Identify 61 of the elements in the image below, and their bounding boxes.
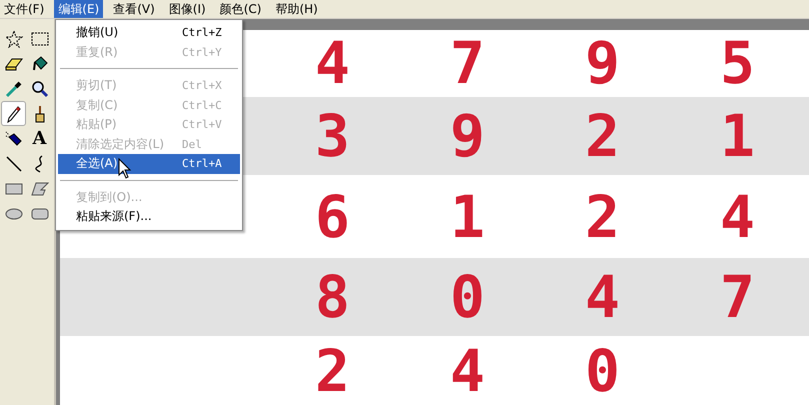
fill-bucket-icon <box>30 54 48 72</box>
rect-select-icon <box>30 32 48 46</box>
text-tool-button[interactable]: A <box>27 126 52 151</box>
digit: 4 <box>585 268 620 326</box>
airbrush-icon <box>4 130 22 146</box>
menu-option-label: 重复(R) <box>76 44 118 61</box>
digit: 7 <box>450 34 485 92</box>
eraser-icon <box>4 56 22 70</box>
digit: 1 <box>450 188 485 246</box>
menu-option-label: 粘贴来源(F)... <box>76 208 152 226</box>
eyedropper-icon <box>4 80 22 98</box>
ellipse-icon <box>4 208 22 220</box>
rounded-rectangle-icon <box>30 208 48 220</box>
shortcut-label: Ctrl+A <box>182 157 222 170</box>
brush-icon <box>32 104 46 122</box>
shortcut-label: Ctrl+V <box>182 118 222 132</box>
menu-option[interactable]: 全选(A) Ctrl+A <box>58 154 240 174</box>
shortcut-label: Ctrl+Y <box>182 46 222 59</box>
menu-item[interactable]: 编辑(E) <box>54 0 104 18</box>
digit: 0 <box>450 268 485 326</box>
menu-option-label: 粘贴(P) <box>76 116 117 134</box>
menu-option-label: 撤销(U) <box>76 24 118 42</box>
line-icon <box>6 156 22 172</box>
cursor-icon <box>118 158 132 180</box>
digit: 7 <box>720 268 755 326</box>
digit: 4 <box>450 342 485 400</box>
digit: 5 <box>720 34 755 92</box>
digit: 4 <box>315 34 350 92</box>
digit: 1 <box>720 107 755 166</box>
menu-item[interactable]: 颜色(C) <box>216 0 266 18</box>
digit: 8 <box>315 268 350 326</box>
menu-option-label: 复制(C) <box>76 96 118 114</box>
shortcut-label: Ctrl+Z <box>182 26 222 40</box>
shortcut-label: Del <box>182 138 202 151</box>
polygon-icon <box>30 182 48 196</box>
digit: 0 <box>585 342 620 400</box>
digit: 4 <box>720 188 755 246</box>
digit: 2 <box>315 342 350 400</box>
free-select-icon <box>4 30 22 48</box>
digit: 2 <box>585 188 620 246</box>
magnifier-icon <box>30 80 48 98</box>
menu-option-label: 剪切(T) <box>76 77 117 94</box>
digit: 9 <box>450 107 485 166</box>
digit: 3 <box>315 107 350 166</box>
menu-item[interactable]: 图像(I) <box>164 0 210 18</box>
menu-item[interactable]: 文件(F) <box>0 0 48 18</box>
menu-option[interactable]: 撤销(U) Ctrl+Z <box>58 23 240 42</box>
menu-option-label: 复制到(O)... <box>76 188 142 206</box>
pencil-icon <box>6 104 20 122</box>
menu-option-label: 全选(A) <box>76 155 118 172</box>
digit: 2 <box>585 107 620 166</box>
menu-item[interactable]: 帮助(H) <box>271 0 322 18</box>
digit: 9 <box>585 34 620 92</box>
menu-option-label: 清除选定内容(L) <box>76 136 164 153</box>
menu-item[interactable]: 查看(V) <box>109 0 159 18</box>
menu-option[interactable]: 粘贴来源(F)... <box>58 207 240 226</box>
shortcut-label: Ctrl+X <box>182 79 222 92</box>
shortcut-label: Ctrl+C <box>182 98 222 112</box>
digit: 6 <box>315 188 350 246</box>
tool-button[interactable] <box>1 101 26 126</box>
rectangle-icon <box>4 182 22 194</box>
